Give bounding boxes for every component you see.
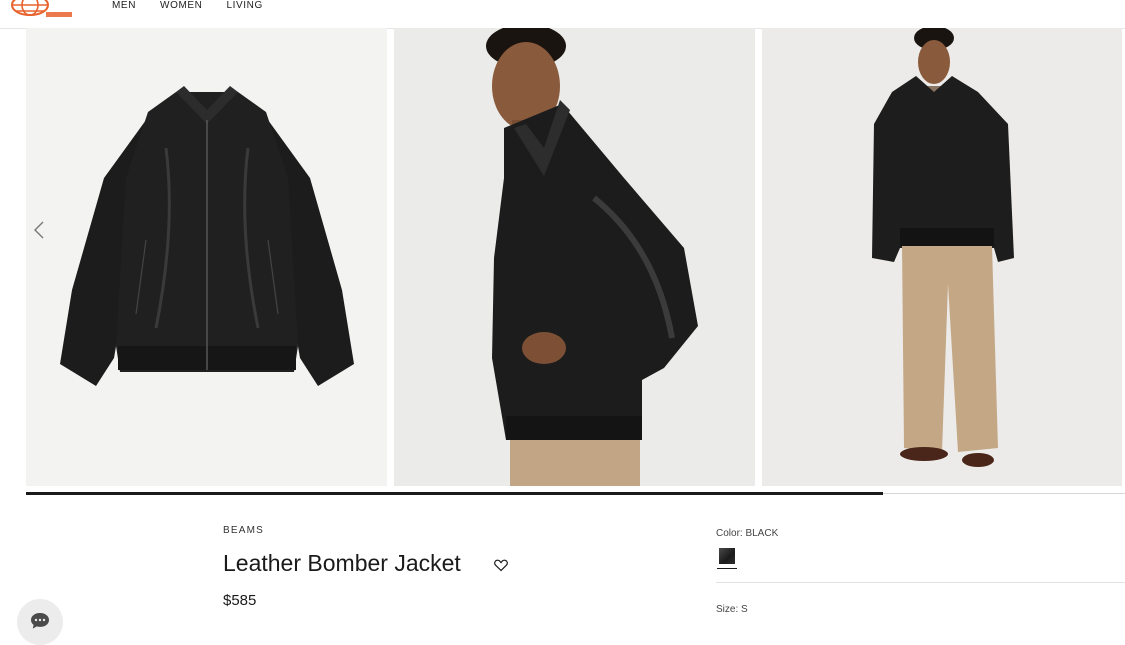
product-price: $585	[223, 592, 257, 609]
size-label: Size: S	[716, 604, 748, 615]
color-label: Color: BLACK	[716, 528, 779, 539]
top-navigation-bar: MEN WOMEN LIVING	[0, 0, 1125, 29]
nav-living[interactable]: LIVING	[226, 0, 262, 12]
beams-logo[interactable]	[10, 0, 74, 20]
product-photo-model-full[interactable]	[762, 28, 1122, 486]
product-brand[interactable]: BEAMS	[223, 525, 264, 536]
product-image-carousel[interactable]	[26, 28, 1125, 488]
carousel-progress-track	[26, 492, 1125, 495]
product-photo-model-side[interactable]	[394, 28, 755, 486]
main-nav: MEN WOMEN LIVING	[112, 0, 263, 12]
color-swatch-black[interactable]	[717, 546, 737, 569]
product-photo-flatlay[interactable]	[26, 28, 387, 486]
heart-icon	[494, 559, 508, 572]
nav-men[interactable]: MEN	[112, 0, 136, 12]
product-title: Leather Bomber Jacket	[223, 550, 461, 576]
wishlist-button[interactable]	[493, 557, 509, 573]
chat-bubble-icon	[31, 613, 49, 629]
chat-button[interactable]	[17, 599, 63, 645]
option-divider	[716, 582, 1125, 583]
carousel-prev-button[interactable]	[30, 218, 50, 242]
carousel-progress-fill	[26, 492, 884, 495]
chevron-left-icon	[34, 221, 44, 239]
swatch-chip	[719, 548, 735, 564]
nav-women[interactable]: WOMEN	[160, 0, 202, 12]
